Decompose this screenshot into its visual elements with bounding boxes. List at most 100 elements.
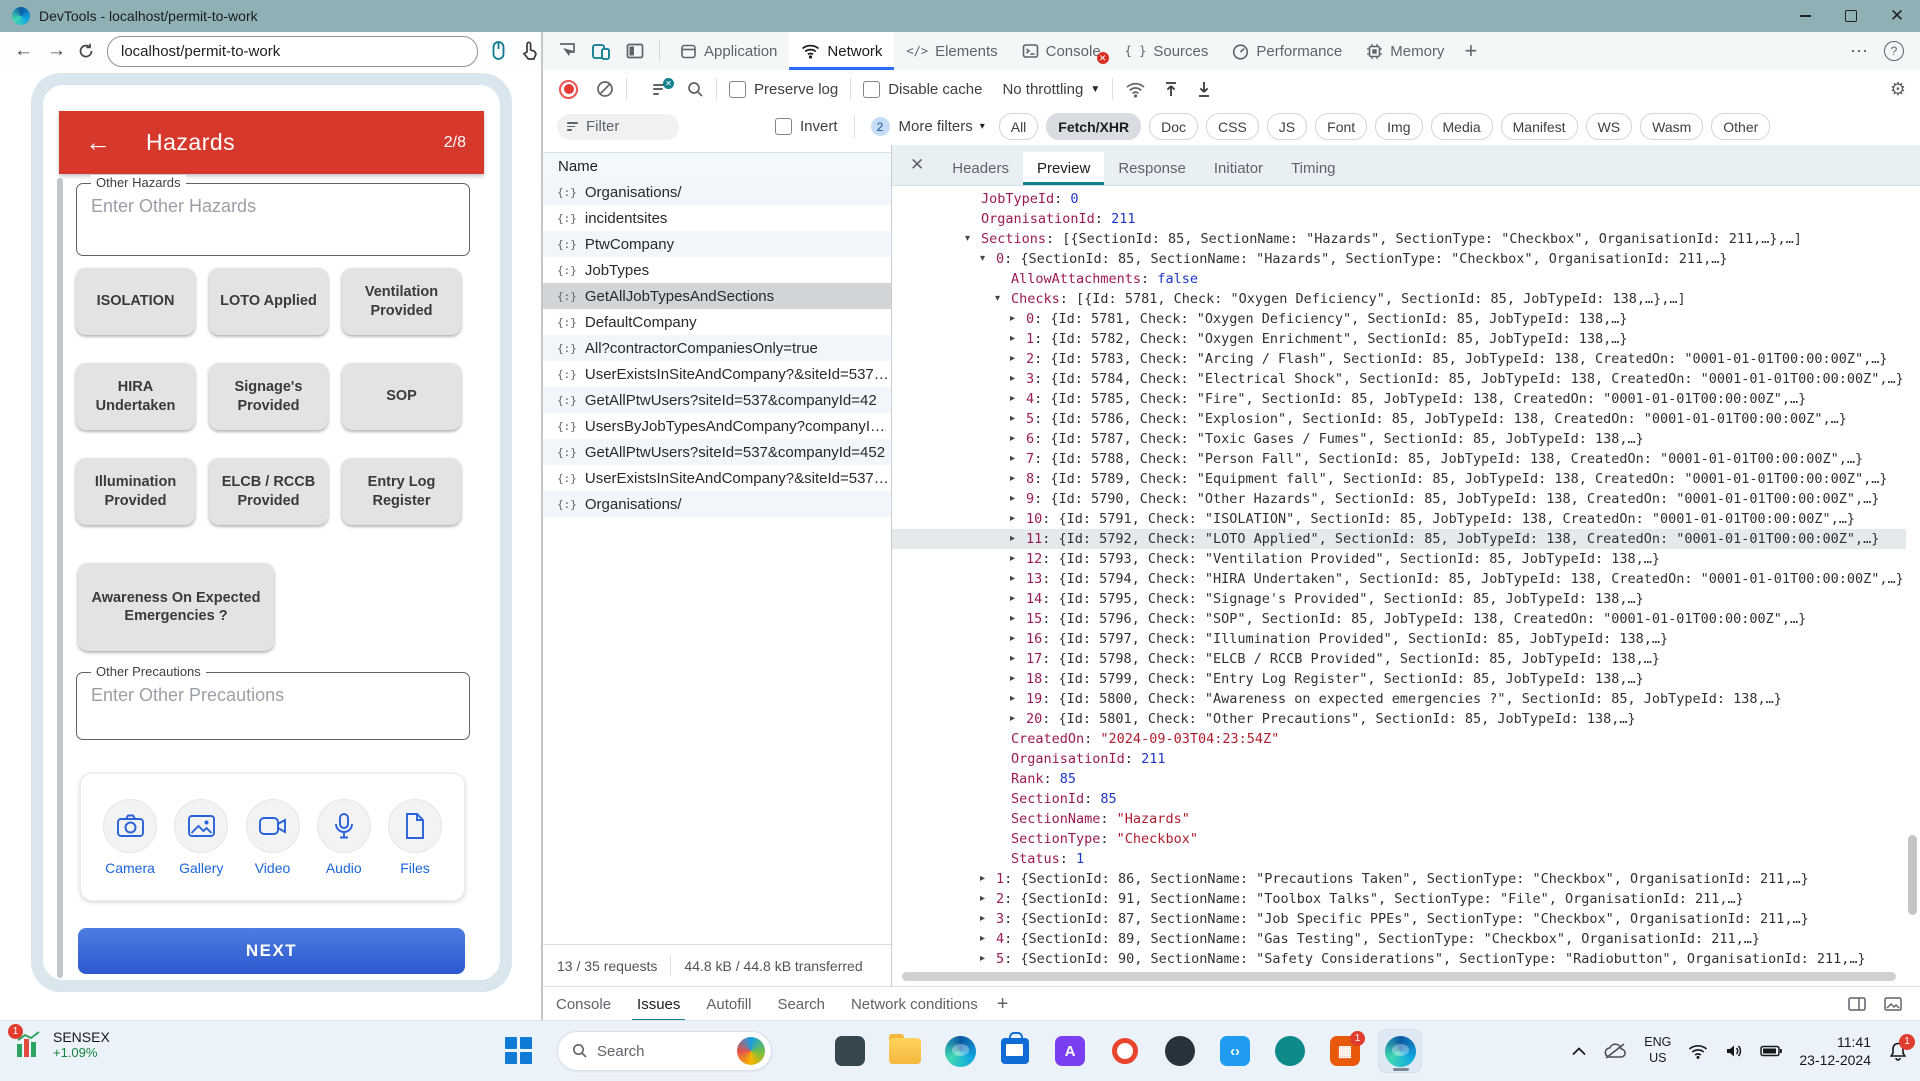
- filter-toggle-icon[interactable]: ✕: [653, 84, 667, 95]
- taskbar-app-vs-code[interactable]: ‹›: [1213, 1029, 1257, 1073]
- language-indicator[interactable]: ENG US: [1644, 1035, 1671, 1066]
- json-line[interactable]: ▾Sections: [{SectionId: 85, SectionName:…: [892, 229, 1906, 249]
- touch-mode-icon[interactable]: [519, 40, 539, 62]
- json-line[interactable]: ▸5: {SectionId: 90, SectionName: "Safety…: [892, 949, 1906, 968]
- collapsed-arrow-icon[interactable]: ▸: [1010, 609, 1015, 629]
- attachment-camera[interactable]: Camera: [103, 799, 157, 876]
- taskbar-app-photos-app[interactable]: [828, 1029, 872, 1073]
- tab-sources[interactable]: { }Sources: [1113, 32, 1221, 70]
- collapsed-arrow-icon[interactable]: ▸: [1010, 489, 1015, 509]
- hazard-button-elcb-rccb-provided[interactable]: ELCB / RCCB Provided: [209, 458, 328, 525]
- taskbar-app-edge-browser[interactable]: [938, 1029, 982, 1073]
- wifi-icon[interactable]: [1688, 1044, 1708, 1059]
- battery-icon[interactable]: [1760, 1045, 1782, 1057]
- hazard-button-hira-undertaken[interactable]: HIRA Undertaken: [76, 363, 195, 430]
- horizontal-scrollbar[interactable]: [902, 972, 1896, 981]
- hazard-button-loto-applied[interactable]: LOTO Applied: [209, 268, 328, 335]
- chip-other[interactable]: Other: [1711, 113, 1770, 140]
- other-hazards-field[interactable]: Other Hazards Enter Other Hazards: [76, 183, 470, 256]
- collapsed-arrow-icon[interactable]: ▸: [1010, 349, 1015, 369]
- chip-doc[interactable]: Doc: [1149, 113, 1198, 140]
- hazard-button-signage-s-provided[interactable]: Signage's Provided: [209, 363, 328, 430]
- json-line[interactable]: CreatedOn: "2024-09-03T04:23:54Z": [892, 729, 1906, 749]
- json-line[interactable]: ▸1: {Id: 5782, Check: "Oxygen Enrichment…: [892, 329, 1906, 349]
- tab-network[interactable]: Network: [789, 32, 894, 70]
- request-row[interactable]: {:}UserExistsInSiteAndCompany?&siteId=53…: [543, 361, 891, 387]
- json-line[interactable]: ▸16: {Id: 5797, Check: "Illumination Pro…: [892, 629, 1906, 649]
- json-line[interactable]: ▸2: {Id: 5783, Check: "Arcing / Flash", …: [892, 349, 1906, 369]
- tab-application[interactable]: Application: [668, 32, 789, 70]
- request-row[interactable]: {:}GetAllPtwUsers?siteId=537&companyId=4…: [543, 387, 891, 413]
- request-row[interactable]: {:}GetAllJobTypesAndSections: [543, 283, 891, 309]
- detail-tab-timing[interactable]: Timing: [1277, 152, 1349, 185]
- expanded-arrow-icon[interactable]: ▾: [980, 249, 985, 269]
- json-line[interactable]: ▾Checks: [{Id: 5781, Check: "Oxygen Defi…: [892, 289, 1906, 309]
- json-line[interactable]: OrganisationId: 211: [892, 209, 1906, 229]
- collapsed-arrow-icon[interactable]: ▸: [980, 889, 985, 909]
- chip-manifest[interactable]: Manifest: [1501, 113, 1578, 140]
- chip-ws[interactable]: WS: [1586, 113, 1633, 140]
- json-line[interactable]: ▸3: {SectionId: 87, SectionName: "Job Sp…: [892, 909, 1906, 929]
- collapsed-arrow-icon[interactable]: ▸: [1010, 409, 1015, 429]
- address-bar[interactable]: localhost/permit-to-work: [107, 36, 478, 67]
- request-row[interactable]: {:}UserExistsInSiteAndCompany?&siteId=53…: [543, 465, 891, 491]
- json-line[interactable]: Rank: 85: [892, 769, 1906, 789]
- detail-tab-headers[interactable]: Headers: [938, 152, 1023, 185]
- attachment-files[interactable]: Files: [388, 799, 442, 876]
- start-button[interactable]: [505, 1037, 533, 1065]
- hazard-button-sop[interactable]: SOP: [342, 363, 461, 430]
- json-line[interactable]: ▸0: {Id: 5781, Check: "Oxygen Deficiency…: [892, 309, 1906, 329]
- hazard-button-illumination-provided[interactable]: Illumination Provided: [76, 458, 195, 525]
- more-options-icon[interactable]: ⋯: [1850, 41, 1868, 62]
- taskbar-app-purple-app[interactable]: A: [1048, 1029, 1092, 1073]
- chip-all[interactable]: All: [999, 113, 1039, 140]
- close-button[interactable]: ✕: [1874, 0, 1920, 32]
- chip-css[interactable]: CSS: [1206, 113, 1259, 140]
- collapsed-arrow-icon[interactable]: ▸: [1010, 469, 1015, 489]
- tab-elements[interactable]: </>Elements: [894, 32, 1009, 70]
- collapsed-arrow-icon[interactable]: ▸: [1010, 529, 1015, 549]
- json-line[interactable]: ▸5: {Id: 5786, Check: "Explosion", Secti…: [892, 409, 1906, 429]
- json-line[interactable]: JobTypeId: 0: [892, 189, 1906, 209]
- mouse-mode-icon[interactable]: [489, 40, 508, 62]
- volume-icon[interactable]: [1725, 1043, 1743, 1059]
- stocks-widget[interactable]: 1 SENSEX +1.09%: [14, 1029, 110, 1060]
- detail-tab-preview[interactable]: Preview: [1023, 152, 1104, 185]
- collapsed-arrow-icon[interactable]: ▸: [980, 909, 985, 929]
- json-line[interactable]: ▸1: {SectionId: 86, SectionName: "Precau…: [892, 869, 1906, 889]
- json-line[interactable]: ▸18: {Id: 5799, Check: "Entry Log Regist…: [892, 669, 1906, 689]
- dock-side-icon[interactable]: [625, 41, 645, 61]
- taskbar-app-office-app[interactable]: ▦1: [1323, 1029, 1367, 1073]
- json-line[interactable]: ▸6: {Id: 5787, Check: "Toxic Gases / Fum…: [892, 429, 1906, 449]
- filter-input[interactable]: Filter: [557, 114, 679, 140]
- request-row[interactable]: {:}GetAllPtwUsers?siteId=537&companyId=4…: [543, 439, 891, 465]
- more-filters-button[interactable]: More filters: [899, 118, 973, 135]
- taskbar-app-file-explorer[interactable]: [883, 1029, 927, 1073]
- json-line[interactable]: ▸3: {Id: 5784, Check: "Electrical Shock"…: [892, 369, 1906, 389]
- app-scrollbar[interactable]: [57, 178, 63, 978]
- chip-fetch-xhr[interactable]: Fetch/XHR: [1046, 113, 1141, 140]
- hazard-button-entry-log-register[interactable]: Entry Log Register: [342, 458, 461, 525]
- tray-chevron-up-icon[interactable]: [1572, 1047, 1586, 1056]
- json-line[interactable]: ▸17: {Id: 5798, Check: "ELCB / RCCB Prov…: [892, 649, 1906, 669]
- json-line[interactable]: ▸8: {Id: 5789, Check: "Equipment fall", …: [892, 469, 1906, 489]
- json-line[interactable]: ▸11: {Id: 5792, Check: "LOTO Applied", S…: [892, 529, 1906, 549]
- drawer-tab-console[interactable]: Console: [543, 987, 624, 1021]
- json-line[interactable]: SectionName: "Hazards": [892, 809, 1906, 829]
- drawer-tab-network-conditions[interactable]: Network conditions: [838, 987, 991, 1021]
- json-line[interactable]: ▸9: {Id: 5790, Check: "Other Hazards", S…: [892, 489, 1906, 509]
- request-row[interactable]: {:}PtwCompany: [543, 231, 891, 257]
- tab-performance[interactable]: Performance: [1220, 32, 1354, 70]
- json-line[interactable]: ▸14: {Id: 5795, Check: "Signage's Provid…: [892, 589, 1906, 609]
- network-conditions-icon[interactable]: [1125, 81, 1146, 98]
- maximize-button[interactable]: [1828, 0, 1874, 32]
- json-line[interactable]: ▸4: {SectionId: 89, SectionName: "Gas Te…: [892, 929, 1906, 949]
- collapsed-arrow-icon[interactable]: ▸: [1010, 689, 1015, 709]
- invert-checkbox[interactable]: [775, 118, 792, 135]
- taskbar-app-red-browser[interactable]: [1103, 1029, 1147, 1073]
- inspect-element-icon[interactable]: [557, 41, 577, 61]
- collapsed-arrow-icon[interactable]: ▸: [1010, 449, 1015, 469]
- taskbar-app-dark-circle-app[interactable]: [1158, 1029, 1202, 1073]
- settings-gear-icon[interactable]: ⚙: [1890, 79, 1906, 100]
- collapsed-arrow-icon[interactable]: ▸: [1010, 669, 1015, 689]
